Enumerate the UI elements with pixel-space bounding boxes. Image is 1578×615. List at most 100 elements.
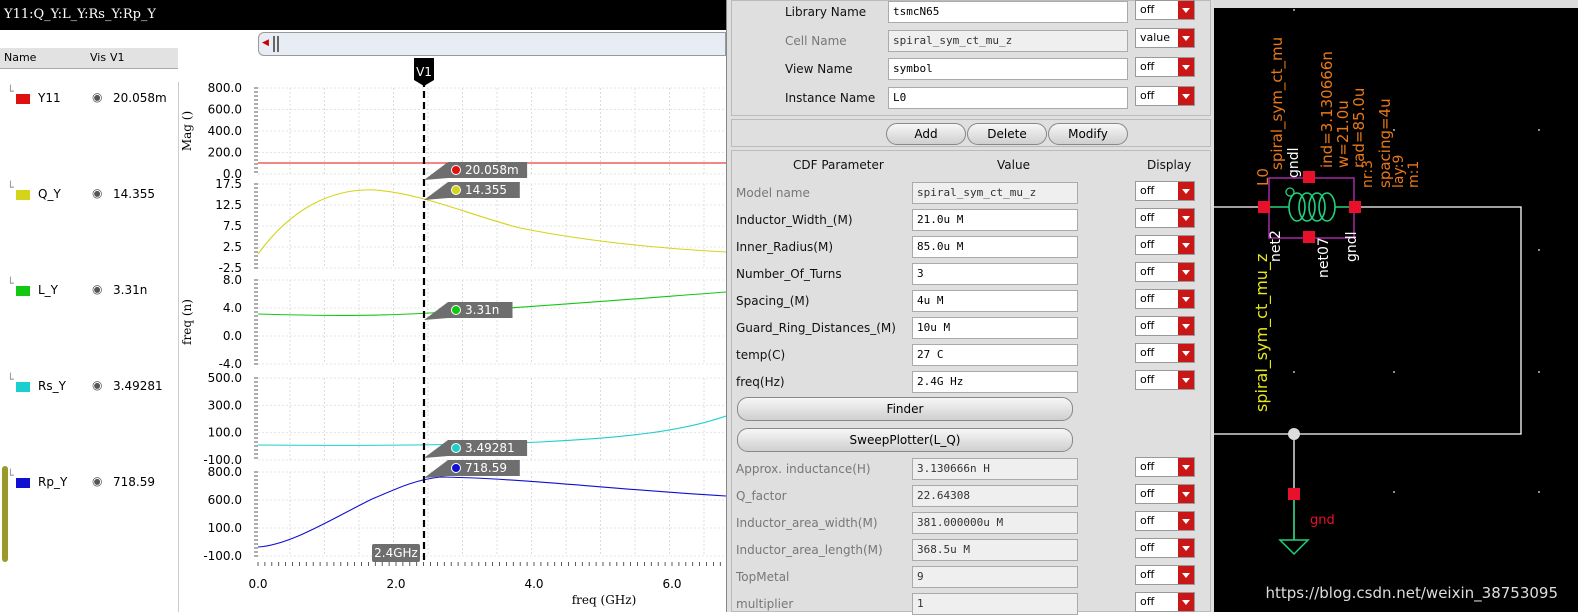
zoom-navigation-strip[interactable]: ◀: [258, 32, 726, 56]
result-label: Q_factor: [736, 489, 787, 503]
add-button[interactable]: Add: [886, 123, 966, 145]
param-display-select[interactable]: off: [1135, 370, 1195, 390]
visibility-eye-icon[interactable]: ◉: [92, 282, 102, 296]
delete-button[interactable]: Delete: [967, 123, 1047, 145]
cell-name-field[interactable]: spiral_sym_ct_mu_z: [888, 30, 1128, 52]
spacing-field[interactable]: 4u M: [912, 290, 1078, 312]
display-select-value: off: [1140, 541, 1155, 554]
library-name-field[interactable]: tsmcN65: [888, 1, 1128, 23]
param-display-select[interactable]: off: [1135, 289, 1195, 309]
legend-divider: [178, 82, 179, 612]
result-display-select[interactable]: off: [1135, 565, 1195, 585]
visibility-eye-icon[interactable]: ◉: [92, 90, 102, 104]
visibility-eye-icon[interactable]: ◉: [92, 378, 102, 392]
y-tick-label: 100.0: [208, 521, 242, 535]
cell-name-display-select[interactable]: value: [1135, 28, 1195, 48]
display-select-value: off: [1140, 60, 1155, 73]
top-metal-field[interactable]: 9: [912, 566, 1078, 588]
x-tick-label: 2.0: [386, 577, 405, 591]
result-display-select[interactable]: off: [1135, 484, 1195, 504]
param-display-select[interactable]: off: [1135, 316, 1195, 336]
y-tick-label: 4.0: [223, 301, 242, 315]
sweep-plotter-button[interactable]: SweepPlotter(L_Q): [737, 428, 1073, 452]
display-select-value: off: [1140, 487, 1155, 500]
zoom-grip-handle[interactable]: [273, 36, 279, 52]
temp-field[interactable]: 27 C: [912, 344, 1078, 366]
instance-cell-label-top: spiral_sym_ct_mu: [1268, 36, 1286, 170]
view-name-display-select[interactable]: off: [1135, 57, 1195, 77]
visibility-eye-icon[interactable]: ◉: [92, 474, 102, 488]
display-select-value: off: [1140, 514, 1155, 527]
inductor-width-field[interactable]: 21.0u M: [912, 209, 1078, 231]
visibility-eye-icon[interactable]: ◉: [92, 186, 102, 200]
marker-callout-value: 20.058m: [465, 163, 519, 177]
param-display-select[interactable]: off: [1135, 262, 1195, 282]
marker-callout-value: 3.31n: [465, 303, 499, 317]
wire-junction-dot: [1288, 428, 1300, 440]
area-width-field[interactable]: 381.000000u M: [912, 512, 1078, 534]
legend-header-vis: Vis: [90, 51, 107, 64]
value-header: Value: [997, 158, 1030, 172]
freq-field[interactable]: 2.4G Hz: [912, 371, 1078, 393]
inner-radius-field[interactable]: 85.0u M: [912, 236, 1078, 258]
legend-row-q-y[interactable]: └ Q_Y ◉ 14.355: [0, 181, 178, 205]
waveform-viewer: 800.0 600.0 400.0 200.0 0.0 Mag () 17.5 12.5 7.5…: [0, 0, 726, 612]
trace-marker-value: 718.59: [113, 475, 155, 489]
legend-row-rp-y[interactable]: └ Rp_Y ◉ 718.59: [0, 469, 178, 493]
param-display-select[interactable]: off: [1135, 181, 1195, 201]
dropdown-arrow-icon: [1178, 29, 1194, 47]
trace-marker-value: 3.49281: [113, 379, 163, 393]
number-of-turns-field[interactable]: 3: [912, 263, 1078, 285]
param-display-select[interactable]: off: [1135, 235, 1195, 255]
finder-button[interactable]: Finder: [737, 397, 1073, 421]
dropdown-arrow-icon: [1178, 458, 1194, 476]
display-header: Display: [1147, 158, 1192, 172]
result-display-select[interactable]: off: [1135, 592, 1195, 612]
view-name-field[interactable]: symbol: [888, 58, 1128, 80]
result-display-select[interactable]: off: [1135, 538, 1195, 558]
trace-curve[interactable]: [257, 189, 726, 255]
scroll-left-icon[interactable]: ◀: [262, 38, 269, 48]
q-factor-field[interactable]: 22.64308: [912, 485, 1078, 507]
y-tick-label: 800.0: [208, 81, 242, 95]
legend-row-l-y[interactable]: └ L_Y ◉ 3.31n: [0, 277, 178, 301]
viewer-title-bar: Y11:Q_Y:L_Y:Rs_Y:Rp_Y: [0, 0, 726, 30]
approx-inductance-field[interactable]: 3.130666n H: [912, 458, 1078, 480]
y-tick-label: 500.0: [208, 371, 242, 385]
dropdown-arrow-icon: [1178, 593, 1194, 611]
trace-color-swatch: [16, 382, 30, 392]
marker-callout-value: 14.355: [465, 183, 507, 197]
center-tap-pin-marker: [1285, 187, 1295, 197]
param-display-select[interactable]: off: [1135, 343, 1195, 363]
display-select-value: value: [1140, 31, 1171, 44]
param-label: Guard_Ring_Distances_(M): [736, 321, 896, 335]
result-display-select[interactable]: off: [1135, 511, 1195, 531]
trace-name: L_Y: [38, 283, 59, 297]
trace-curve[interactable]: [257, 476, 726, 548]
result-label: multiplier: [736, 597, 794, 611]
trace-name: Q_Y: [38, 187, 61, 201]
instance-name-display-select[interactable]: off: [1135, 86, 1195, 106]
y-tick-label: 17.5: [215, 177, 242, 191]
modify-button[interactable]: Modify: [1048, 123, 1128, 145]
legend-row-y11[interactable]: └ Y11 ◉ 20.058m: [0, 85, 178, 109]
param-label: Number_Of_Turns: [736, 267, 842, 281]
pin-label-gndl-top: gndl: [1286, 147, 1302, 178]
instance-name-field[interactable]: L0: [888, 87, 1128, 109]
dropdown-arrow-icon: [1178, 58, 1194, 76]
param-display-select[interactable]: off: [1135, 208, 1195, 228]
result-display-select[interactable]: off: [1135, 457, 1195, 477]
area-length-field[interactable]: 368.5u M: [912, 539, 1078, 561]
marker-freq-label: 2.4GHz: [374, 546, 418, 560]
model-name-field[interactable]: spiral_sym_ct_mu_z: [912, 182, 1078, 204]
trace-color-swatch: [16, 94, 30, 104]
marker-callout-dot: [451, 305, 461, 315]
dropdown-arrow-icon: [1178, 290, 1194, 308]
library-name-display-select[interactable]: off: [1135, 0, 1195, 20]
tree-branch-icon: └: [7, 373, 14, 386]
guard-ring-distance-field[interactable]: 10u M: [912, 317, 1078, 339]
schematic-canvas[interactable]: spiral_sym_ct_mu_z L0 spiral_sym_ct_mu g…: [1214, 0, 1578, 612]
result-label: Approx. inductance(H): [736, 462, 871, 476]
param-lay-label: lay:9: [1391, 154, 1407, 188]
legend-row-rs-y[interactable]: └ Rs_Y ◉ 3.49281: [0, 373, 178, 397]
